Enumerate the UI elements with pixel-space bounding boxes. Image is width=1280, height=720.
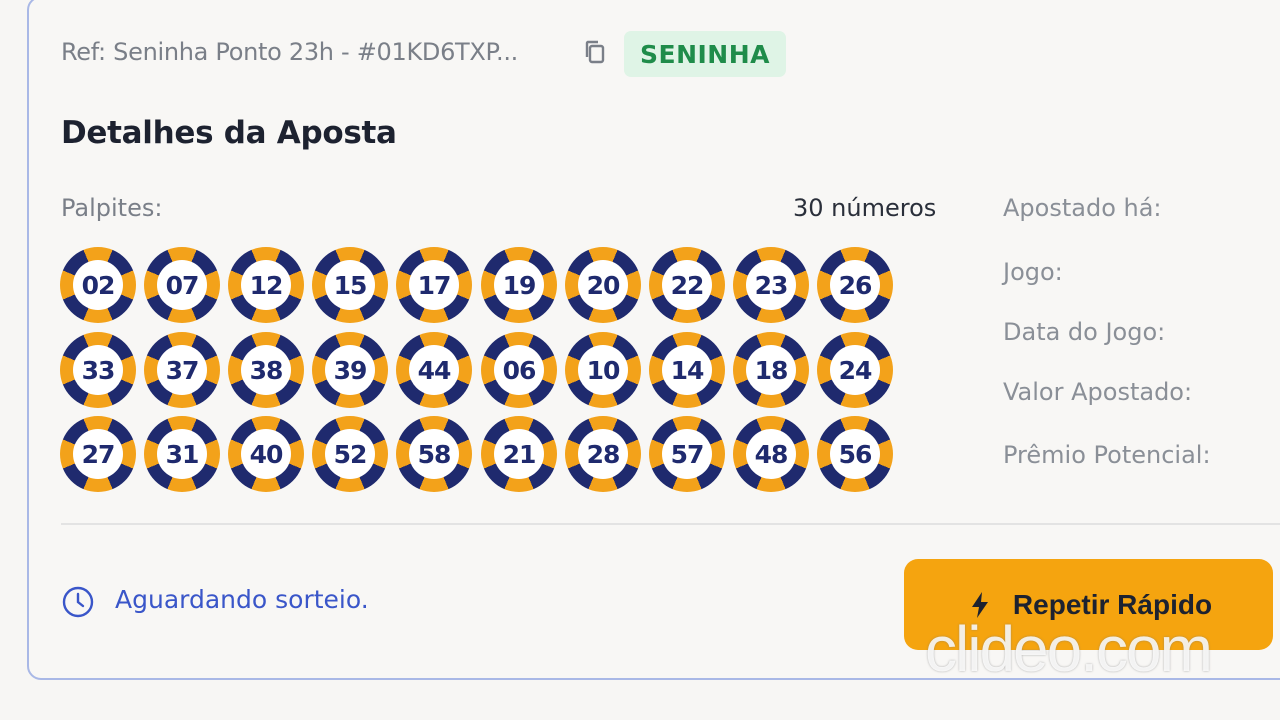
number-ball: 28 [565,416,641,492]
number-ball-value: 39 [325,345,375,395]
number-ball-value: 31 [157,429,207,479]
number-ball: 12 [228,247,304,323]
number-ball: 02 [60,247,136,323]
number-ball-value: 07 [157,260,207,310]
number-ball-value: 17 [409,260,459,310]
number-ball: 58 [396,416,472,492]
number-ball-value: 23 [746,260,796,310]
number-ball: 57 [649,416,725,492]
number-ball: 31 [144,416,220,492]
section-title: Detalhes da Aposta [61,115,397,151]
number-ball: 18 [733,332,809,408]
number-ball: 15 [312,247,388,323]
apostado-label: Apostado há: [1003,194,1162,222]
number-ball-value: 44 [409,345,459,395]
number-ball: 14 [649,332,725,408]
number-ball-value: 22 [662,260,712,310]
copy-icon[interactable] [583,39,607,65]
number-ball-value: 02 [73,260,123,310]
premio-potencial-label: Prêmio Potencial: [1003,441,1211,469]
jogo-label: Jogo: [1003,258,1063,286]
number-ball: 20 [565,247,641,323]
number-ball-value: 15 [325,260,375,310]
number-ball: 27 [60,416,136,492]
number-ball: 22 [649,247,725,323]
number-ball: 10 [565,332,641,408]
number-ball-value: 10 [578,345,628,395]
number-ball: 23 [733,247,809,323]
number-ball-value: 06 [494,345,544,395]
number-ball: 37 [144,332,220,408]
number-ball-value: 56 [830,429,880,479]
number-ball-value: 57 [662,429,712,479]
number-ball: 38 [228,332,304,408]
number-ball: 40 [228,416,304,492]
number-ball-value: 40 [241,429,291,479]
number-ball-value: 12 [241,260,291,310]
number-ball: 06 [481,332,557,408]
number-ball-value: 33 [73,345,123,395]
clock-icon [62,586,94,618]
number-ball-value: 38 [241,345,291,395]
number-ball: 21 [481,416,557,492]
number-ball: 17 [396,247,472,323]
number-ball: 19 [481,247,557,323]
number-ball-value: 27 [73,429,123,479]
number-ball-value: 20 [578,260,628,310]
number-ball-value: 18 [746,345,796,395]
number-ball: 24 [817,332,893,408]
number-ball: 52 [312,416,388,492]
number-ball-value: 58 [409,429,459,479]
number-ball-value: 24 [830,345,880,395]
reference-text: Ref: Seninha Ponto 23h - #01KD6TXP... [61,38,518,66]
valor-apostado-label: Valor Apostado: [1003,378,1193,406]
watermark-logo: clideo.com [925,613,1213,685]
number-ball-value: 37 [157,345,207,395]
numbers-count: 30 números [793,194,937,222]
divider [61,523,1280,525]
number-ball: 44 [396,332,472,408]
number-ball-value: 28 [578,429,628,479]
number-ball: 26 [817,247,893,323]
status-text: Aguardando sorteio. [115,585,369,614]
palpites-label: Palpites: [61,194,163,222]
number-ball-value: 19 [494,260,544,310]
number-ball-value: 21 [494,429,544,479]
number-ball: 33 [60,332,136,408]
data-jogo-label: Data do Jogo: [1003,318,1166,346]
number-ball: 56 [817,416,893,492]
number-ball-value: 26 [830,260,880,310]
number-ball: 07 [144,247,220,323]
number-ball-value: 14 [662,345,712,395]
number-ball-value: 48 [746,429,796,479]
number-ball: 39 [312,332,388,408]
number-ball: 48 [733,416,809,492]
number-ball-value: 52 [325,429,375,479]
lottery-badge: SENINHA [624,31,786,77]
